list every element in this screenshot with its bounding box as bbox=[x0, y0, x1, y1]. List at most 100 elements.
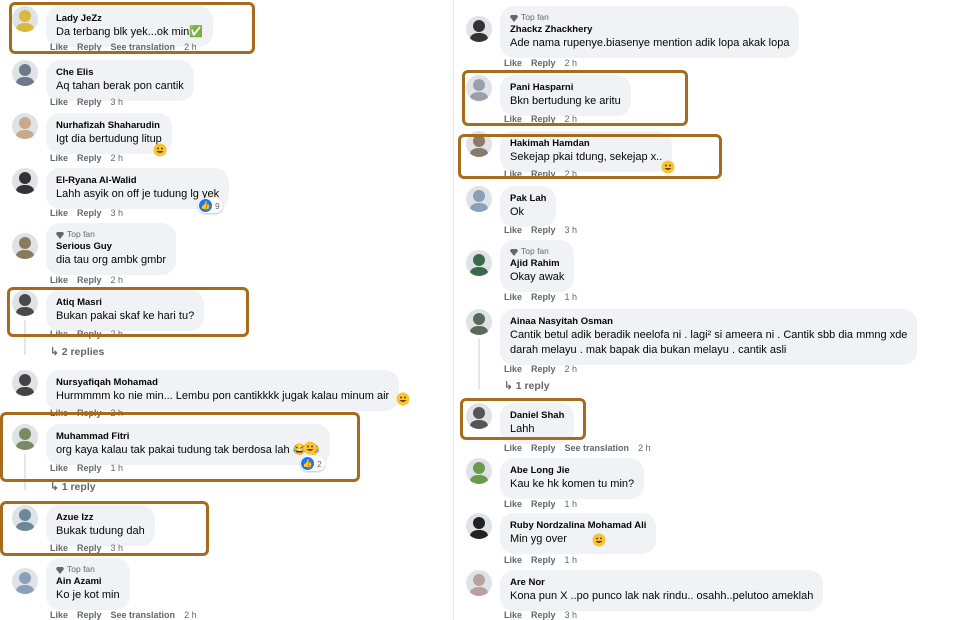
highlight-box bbox=[460, 398, 586, 440]
comment-actions: Like Reply 2 h bbox=[504, 364, 577, 374]
comment-author[interactable]: Abe Long Jie bbox=[510, 464, 634, 477]
avatar[interactable] bbox=[466, 250, 492, 276]
highlight-box bbox=[0, 501, 209, 556]
comment-bubble: Nursyafiqah Mohamad Hurmmmm ko nie min...… bbox=[46, 370, 400, 411]
see-translation-link[interactable]: See translation bbox=[565, 443, 630, 453]
comment-author[interactable]: Pak Lah bbox=[510, 192, 546, 205]
comment-timestamp[interactable]: 2 h bbox=[565, 364, 578, 374]
replies-count-label: 2 replies bbox=[61, 346, 105, 358]
avatar[interactable] bbox=[466, 309, 492, 335]
comment-timestamp[interactable]: 1 h bbox=[565, 555, 578, 565]
reply-button[interactable]: Reply bbox=[531, 555, 556, 565]
reply-button[interactable]: Reply bbox=[531, 499, 556, 509]
reply-button[interactable]: Reply bbox=[531, 610, 556, 620]
view-replies-link[interactable]: ↳ 2 replies bbox=[50, 346, 104, 358]
comment-text: Okay awak bbox=[510, 271, 565, 283]
like-button[interactable]: Like bbox=[504, 58, 522, 68]
reply-button[interactable]: Reply bbox=[77, 208, 102, 218]
avatar[interactable] bbox=[12, 113, 38, 139]
avatar[interactable] bbox=[466, 186, 492, 212]
like-button[interactable]: Like bbox=[504, 610, 522, 620]
comment-author[interactable]: Nurhafizah Shaharudin bbox=[56, 119, 162, 132]
like-button[interactable]: Like bbox=[504, 225, 522, 235]
avatar[interactable] bbox=[12, 370, 38, 396]
comment-timestamp[interactable]: 2 h bbox=[184, 610, 197, 620]
comment-actions: Like Reply 3 h bbox=[504, 610, 577, 620]
top-fan-label: Top fan bbox=[521, 12, 549, 22]
avatar[interactable] bbox=[466, 513, 492, 539]
comment-timestamp[interactable]: 2 h bbox=[111, 153, 124, 163]
comment-author[interactable]: Che Elis bbox=[56, 66, 184, 79]
reaction-count[interactable]: 👍 9 bbox=[198, 198, 223, 213]
comment-timestamp[interactable]: 3 h bbox=[565, 610, 578, 620]
reply-button[interactable]: Reply bbox=[77, 610, 102, 620]
comment-author[interactable]: Serious Guy bbox=[56, 240, 166, 253]
like-button[interactable]: Like bbox=[504, 292, 522, 302]
emoji-icon bbox=[592, 533, 606, 547]
avatar[interactable] bbox=[12, 233, 38, 259]
reply-button[interactable]: Reply bbox=[77, 275, 102, 285]
reply-button[interactable]: Reply bbox=[531, 443, 556, 453]
comment-timestamp[interactable]: 3 h bbox=[565, 225, 578, 235]
comment-timestamp[interactable]: 1 h bbox=[565, 499, 578, 509]
comment-author[interactable]: Ainaa Nasyitah Osman bbox=[510, 315, 907, 328]
comment-bubble: Ainaa Nasyitah Osman Cantik betul adik be… bbox=[500, 309, 918, 365]
left-comment-column: Lady JeZz Da terbang blk yek...ok min✅ Lik… bbox=[0, 0, 450, 620]
comment-timestamp[interactable]: 3 h bbox=[111, 208, 124, 218]
like-button[interactable]: Like bbox=[50, 610, 68, 620]
like-button[interactable]: Like bbox=[50, 97, 68, 107]
top-fan-label: Top fan bbox=[67, 229, 95, 239]
reply-button[interactable]: Reply bbox=[77, 153, 102, 163]
comment-author[interactable]: Nursyafiqah Mohamad bbox=[56, 376, 389, 389]
avatar[interactable] bbox=[12, 568, 38, 594]
comment-text: Aq tahan berak pon cantik bbox=[56, 80, 184, 92]
like-button[interactable]: Like bbox=[504, 364, 522, 374]
thread-line bbox=[478, 339, 480, 389]
comment-actions: Like Reply 2 h bbox=[504, 58, 577, 68]
view-replies-link[interactable]: ↳ 1 reply bbox=[50, 481, 96, 493]
comment-timestamp[interactable]: 1 h bbox=[565, 292, 578, 302]
like-button[interactable]: Like bbox=[50, 275, 68, 285]
avatar[interactable] bbox=[466, 570, 492, 596]
comment-bubble: Che Elis Aq tahan berak pon cantik bbox=[46, 60, 194, 101]
comment-timestamp[interactable]: 2 h bbox=[638, 443, 651, 453]
like-button[interactable]: Like bbox=[50, 208, 68, 218]
highlight-box bbox=[0, 412, 360, 482]
reply-button[interactable]: Reply bbox=[531, 292, 556, 302]
view-replies-link[interactable]: ↳ 1 reply bbox=[504, 380, 550, 392]
avatar[interactable] bbox=[466, 458, 492, 484]
see-translation-link[interactable]: See translation bbox=[111, 610, 176, 620]
comment-author[interactable]: El-Ryana Al-Walid bbox=[56, 174, 219, 187]
reply-button[interactable]: Reply bbox=[531, 58, 556, 68]
comment-actions: Like Reply 1 h bbox=[504, 292, 577, 302]
reply-button[interactable]: Reply bbox=[77, 97, 102, 107]
comment-bubble: Pak Lah Ok bbox=[500, 186, 557, 227]
comment-author[interactable]: Ruby Nordzalina Mohamad Ali bbox=[510, 519, 646, 532]
comment-timestamp[interactable]: 2 h bbox=[111, 275, 124, 285]
like-button[interactable]: Like bbox=[504, 555, 522, 565]
comment-actions: Like Reply See translation 2 h bbox=[504, 443, 651, 453]
comment-text: Hurmmmm ko nie min... Lembu pon cantikkk… bbox=[56, 390, 390, 402]
like-button[interactable]: Like bbox=[504, 499, 522, 509]
comment-author[interactable]: Ain Azami bbox=[56, 575, 120, 588]
comment-author[interactable]: Are Nor bbox=[510, 576, 813, 589]
avatar[interactable] bbox=[12, 168, 38, 194]
highlight-box bbox=[462, 70, 688, 126]
comment-bubble: Abe Long Jie Kau ke hk komen tu min? bbox=[500, 458, 645, 499]
avatar[interactable] bbox=[12, 60, 38, 86]
comment-timestamp[interactable]: 3 h bbox=[111, 97, 124, 107]
comment-author[interactable]: Ajid Rahim bbox=[510, 257, 564, 270]
reply-button[interactable]: Reply bbox=[531, 364, 556, 374]
comment-author[interactable]: Zhackz Zhackhery bbox=[510, 23, 789, 36]
comment-text: Ko je kot min bbox=[56, 589, 120, 601]
reply-button[interactable]: Reply bbox=[531, 225, 556, 235]
replies-count-label: 1 reply bbox=[515, 380, 550, 392]
avatar[interactable] bbox=[466, 16, 492, 42]
like-button[interactable]: Like bbox=[50, 153, 68, 163]
reaction-number: 9 bbox=[215, 200, 220, 211]
comment-text: Ok bbox=[510, 206, 525, 218]
comment-actions: Like Reply 1 h bbox=[504, 555, 577, 565]
like-button[interactable]: Like bbox=[504, 443, 522, 453]
comment-timestamp[interactable]: 2 h bbox=[565, 58, 578, 68]
comment-actions: Like Reply 3 h bbox=[50, 97, 123, 107]
